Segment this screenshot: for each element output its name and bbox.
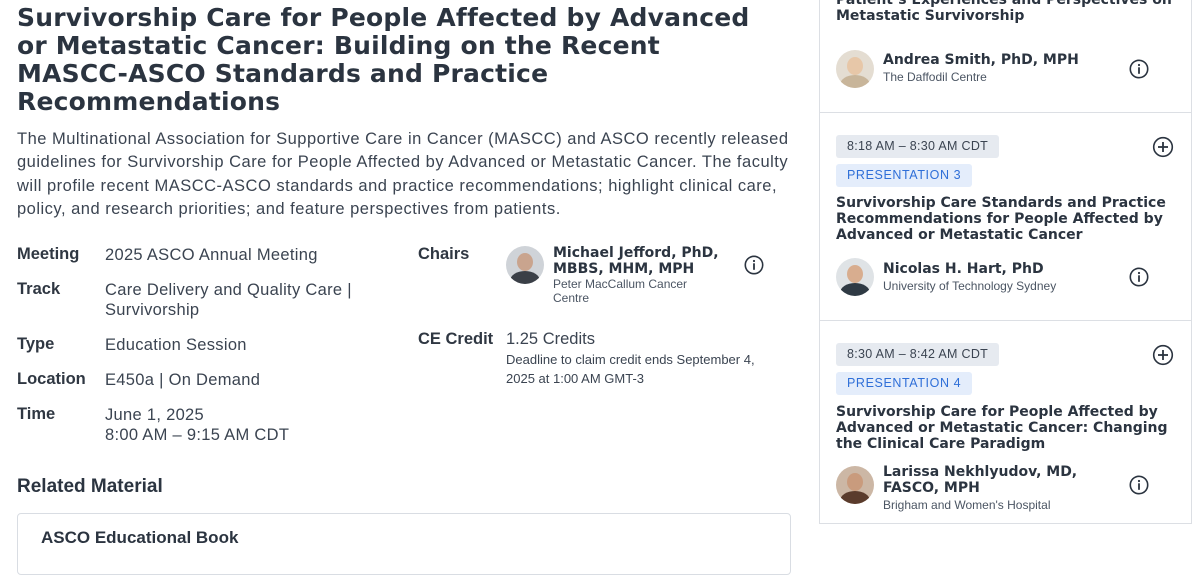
info-circle-icon[interactable] [1129,267,1149,287]
presentation-time: 8:30 AM – 8:42 AM CDT [836,343,1000,366]
speaker-avatar[interactable] [836,466,874,504]
speaker-name[interactable]: Larissa Nekhlyudov, MD, FASCO, MPH [883,464,1083,496]
plus-circle-icon[interactable] [1152,344,1174,366]
type-value: Education Session [105,336,247,354]
session-description: The Multinational Association for Suppor… [17,130,789,218]
speaker-avatar[interactable] [836,50,874,88]
time-value: June 1, 2025 8:00 AM – 9:15 AM CDT [105,405,395,445]
presentation-title[interactable]: Survivorship Care Standards and Practice… [836,195,1176,243]
related-material-card-title[interactable]: ASCO Educational Book [41,528,238,548]
page-title: Survivorship Care for People Affected by… [17,3,750,116]
time-label: Time [17,405,56,423]
time-range: 8:00 AM – 9:15 AM CDT [105,426,290,444]
presentation-title[interactable]: Patient’s Experiences and Perspectives o… [836,0,1176,24]
presentation-number-badge: PRESENTATION 3 [836,164,973,187]
chair-name[interactable]: Michael Jefford, PhD, MBBS, MHM, MPH [553,245,728,277]
ce-credit-label: CE Credit [418,330,494,348]
divider [820,112,1191,113]
presentation-title[interactable]: Survivorship Care for People Affected by… [836,404,1176,452]
info-circle-icon[interactable] [744,255,764,275]
chair-affiliation: Peter MacCallum Cancer Centre [553,277,688,305]
speaker-affiliation: The Daffodil Centre [883,70,987,84]
time-date: June 1, 2025 [105,406,205,424]
plus-circle-icon[interactable] [1152,136,1174,158]
meeting-label: Meeting [17,245,80,263]
speaker-avatar[interactable] [836,258,874,296]
track-value: Care Delivery and Quality Care | Survivo… [105,281,352,319]
type-label: Type [17,335,55,353]
ce-credit-value: 1.25 Credits [506,330,595,348]
track-label: Track [17,280,61,298]
speaker-affiliation: University of Technology Sydney [883,279,1057,293]
meeting-value: 2025 ASCO Annual Meeting [105,246,318,264]
info-circle-icon[interactable] [1129,59,1149,79]
speaker-affiliation: Brigham and Women's Hospital [883,498,1051,512]
chair-avatar[interactable] [506,246,544,284]
location-value: E450a | On Demand [105,371,261,389]
presentation-time: 8:18 AM – 8:30 AM CDT [836,135,1000,158]
presentation-number-badge: PRESENTATION 4 [836,372,973,395]
divider [820,320,1191,321]
location-label: Location [17,370,86,388]
speaker-name[interactable]: Andrea Smith, PhD, MPH [883,52,1113,68]
chairs-label: Chairs [418,245,470,263]
ce-credit-deadline: Deadline to claim credit ends September … [506,352,755,386]
related-material-card[interactable]: ASCO Educational Book [17,513,791,575]
speaker-name[interactable]: Nicolas H. Hart, PhD [883,261,1113,277]
related-material-heading: Related Material [17,476,163,497]
info-circle-icon[interactable] [1129,475,1149,495]
presentations-sidebar: Patient’s Experiences and Perspectives o… [819,0,1192,524]
